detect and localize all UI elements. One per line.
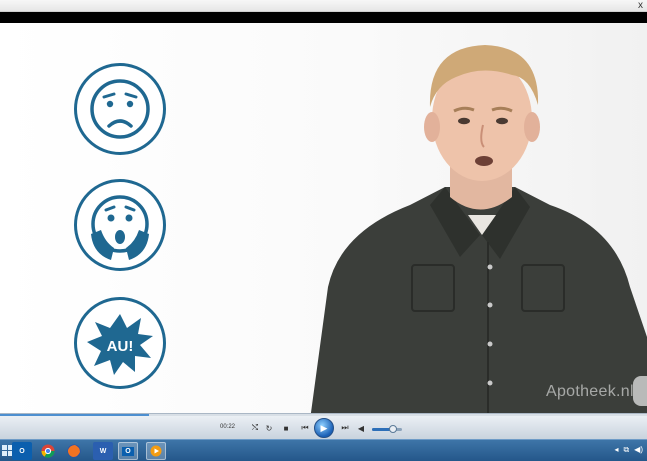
- watermark: Apotheek.nl: [546, 383, 634, 400]
- outlook-active-icon[interactable]: O: [118, 442, 138, 460]
- elapsed-time: 00:22: [220, 424, 236, 430]
- seek-bar-fill: [0, 414, 149, 416]
- outlook-icon[interactable]: O: [12, 442, 32, 460]
- scared-face-icon: [74, 179, 166, 271]
- browser-window-strip: x: [0, 0, 647, 12]
- chrome-icon[interactable]: [38, 442, 58, 460]
- burst-text: AU!: [107, 338, 134, 355]
- system-tray: ◂ ⧉ ◀): [614, 445, 643, 455]
- video-letterbox-top: [0, 12, 647, 23]
- firefox-icon[interactable]: [64, 442, 84, 460]
- close-icon[interactable]: x: [638, 0, 643, 11]
- volume-slider[interactable]: [372, 425, 402, 433]
- presenter-figure: [310, 45, 647, 420]
- network-icon[interactable]: ⧉: [623, 445, 629, 455]
- video-frame[interactable]: AU! Apotheek.nl: [0, 23, 647, 420]
- media-player-icon[interactable]: [146, 442, 166, 460]
- watermark-badge: [633, 376, 647, 406]
- pain-burst-icon: AU!: [74, 297, 166, 389]
- taskbar: O W O ◂ ⧉ ◀): [0, 439, 647, 461]
- mute-button[interactable]: ◀: [354, 422, 368, 434]
- shuffle-button[interactable]: ⤭: [248, 422, 262, 434]
- play-button[interactable]: ▶: [314, 418, 334, 438]
- next-button[interactable]: ⏭: [338, 422, 352, 434]
- speaker-icon[interactable]: ◀): [634, 445, 643, 455]
- player-controls: 00:22 ⤭ ↻ ■ ⏮ ▶ ⏭ ◀: [0, 413, 647, 439]
- word-icon[interactable]: W: [93, 442, 113, 460]
- repeat-button[interactable]: ↻: [262, 422, 276, 434]
- seek-bar[interactable]: [0, 414, 647, 416]
- volume-knob[interactable]: [389, 425, 397, 433]
- tray-arrow-icon[interactable]: ◂: [614, 445, 618, 455]
- stop-button[interactable]: ■: [279, 422, 293, 434]
- previous-button[interactable]: ⏮: [298, 422, 312, 434]
- worried-face-icon: [74, 63, 166, 155]
